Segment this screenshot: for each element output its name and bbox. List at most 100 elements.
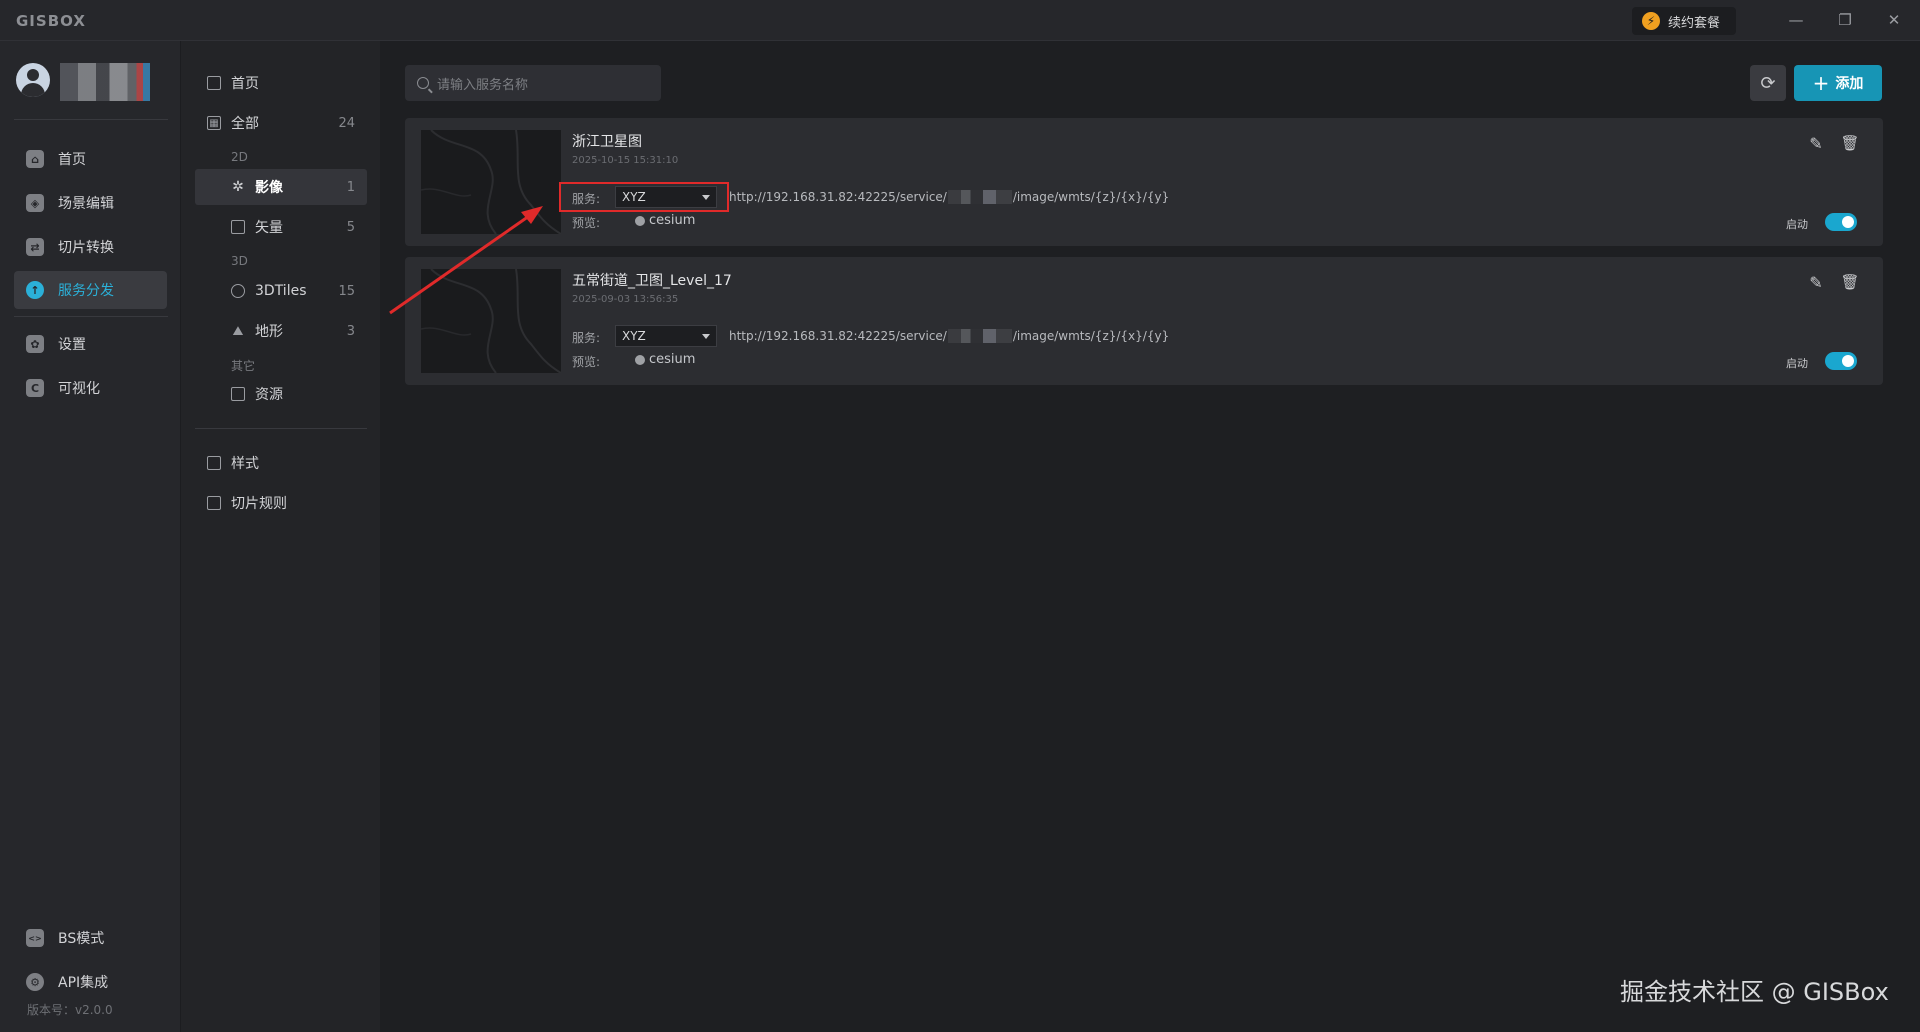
avatar[interactable]	[16, 63, 50, 97]
search-placeholder: 请输入服务名称	[437, 77, 529, 93]
lightning-icon: ⚡	[1642, 12, 1660, 30]
url-masked-segment	[947, 329, 1012, 343]
edit-icon: ✎	[1809, 272, 1823, 292]
toggle-knob	[1842, 216, 1854, 228]
preview-link-text: cesium	[649, 352, 696, 367]
code-icon: <>	[26, 929, 44, 947]
convert-icon: ⇄	[26, 238, 44, 256]
nav-item-label: 可视化	[58, 381, 100, 397]
category-all[interactable]: ▦ 全部 24	[195, 105, 367, 141]
edit-icon: ✎	[1809, 133, 1823, 153]
service-url-suffix: /image/wmts/{z}/{x}/{y}	[1012, 190, 1170, 204]
highlight-box	[559, 182, 729, 212]
category-count: 3	[346, 323, 355, 339]
category-home[interactable]: 首页	[195, 65, 367, 101]
style-icon	[207, 456, 221, 470]
home-icon: ⌂	[26, 150, 44, 168]
restore-button[interactable]: ❐	[1831, 8, 1859, 32]
preview-label: 预览:	[572, 355, 601, 369]
delete-button[interactable]: 🗑	[1839, 132, 1861, 154]
vector-icon	[231, 220, 245, 234]
category-label: 矢量	[255, 220, 283, 236]
divider	[195, 428, 367, 429]
enable-toggle[interactable]	[1825, 213, 1857, 231]
app-logo: GISBOX	[16, 12, 86, 30]
nav-item-settings[interactable]: ✿ 设置	[14, 325, 167, 363]
edit-button[interactable]: ✎	[1805, 271, 1827, 293]
enable-label: 启动	[1786, 218, 1808, 231]
category-imagery[interactable]: ✲ 影像 1	[195, 169, 367, 205]
service-title: 浙江卫星图	[572, 134, 642, 150]
category-label: 切片规则	[231, 496, 287, 512]
service-type-value: XYZ	[622, 329, 646, 343]
divider	[14, 316, 168, 317]
nav-item-label: BS模式	[58, 931, 105, 947]
category-vector[interactable]: 矢量 5	[195, 209, 367, 245]
document-icon	[207, 496, 221, 510]
category-label: 资源	[255, 387, 283, 403]
preview-link-text: cesium	[649, 213, 696, 228]
category-label: 样式	[231, 456, 259, 472]
minimize-button[interactable]: —	[1782, 8, 1810, 32]
api-icon: ⚙	[26, 973, 44, 991]
preview-cesium-link[interactable]: cesium	[635, 352, 695, 367]
nav-item-bs-mode[interactable]: <> BS模式	[14, 919, 167, 957]
refresh-button[interactable]: ⟳	[1750, 65, 1786, 101]
category-terrain[interactable]: ⛰ 地形 3	[195, 313, 367, 349]
grid-icon: ▦	[207, 116, 221, 130]
version-text: 版本号：v2.0.0	[27, 1003, 113, 1017]
category-style[interactable]: 样式	[195, 445, 367, 481]
category-tile-rule[interactable]: 切片规则	[195, 485, 367, 521]
upload-icon: ↑	[26, 281, 44, 299]
service-url[interactable]: http://192.168.31.82:42225/service/ /ima…	[729, 190, 1169, 204]
preview-label: 预览:	[572, 216, 601, 230]
cube-icon: ◈	[26, 194, 44, 212]
trash-icon: 🗑	[1840, 134, 1860, 152]
group-label-other: 其它	[231, 359, 256, 373]
category-label: 3DTiles	[255, 283, 307, 299]
nav-item-scene-edit[interactable]: ◈ 场景编辑	[14, 184, 167, 222]
category-count: 5	[346, 219, 355, 235]
service-url-suffix: /image/wmts/{z}/{x}/{y}	[1012, 329, 1170, 343]
search-input[interactable]: 请输入服务名称	[405, 65, 661, 101]
category-resource[interactable]: 资源	[195, 376, 367, 412]
category-label: 首页	[231, 76, 259, 92]
service-card[interactable]: 五常街道_卫图_Level_17 2025-09-03 13:56:35 服务:…	[405, 257, 1883, 385]
gear-icon: ✿	[26, 335, 44, 353]
delete-button[interactable]: 🗑	[1839, 271, 1861, 293]
group-label-2d: 2D	[231, 150, 248, 164]
edit-button[interactable]: ✎	[1805, 132, 1827, 154]
title-bar: GISBOX ⚡ 续约套餐 — ❐ ✕	[0, 0, 1920, 41]
category-label: 影像	[255, 180, 283, 196]
category-3dtiles[interactable]: 3DTiles 15	[195, 273, 367, 309]
enable-toggle[interactable]	[1825, 352, 1857, 370]
nav-item-label: 服务分发	[58, 283, 114, 299]
group-label-3d: 3D	[231, 254, 248, 268]
service-thumbnail	[421, 130, 561, 234]
nav-item-service-publish[interactable]: ↑ 服务分发	[14, 271, 167, 309]
service-title: 五常街道_卫图_Level_17	[572, 273, 732, 289]
add-button[interactable]: + 添加	[1794, 65, 1882, 101]
nav-item-home[interactable]: ⌂ 首页	[14, 140, 167, 178]
terrain-icon: ⛰	[232, 323, 244, 339]
plus-icon: +	[1812, 71, 1830, 95]
service-type-label: 服务:	[572, 331, 601, 345]
visual-icon: C	[26, 379, 44, 397]
service-type-select[interactable]: XYZ	[615, 325, 717, 347]
toggle-knob	[1842, 355, 1854, 367]
category-count: 1	[346, 179, 355, 195]
preview-cesium-link[interactable]: cesium	[635, 213, 695, 228]
nav-item-tile-convert[interactable]: ⇄ 切片转换	[14, 228, 167, 266]
service-thumbnail	[421, 269, 561, 373]
cube-icon	[231, 284, 245, 298]
nav-item-visualization[interactable]: C 可视化	[14, 369, 167, 407]
nav-item-label: 设置	[58, 337, 86, 353]
nav-item-label: API集成	[58, 975, 109, 991]
service-date: 2025-10-15 15:31:10	[572, 155, 679, 166]
chevron-down-icon	[702, 334, 710, 339]
renew-plan-button[interactable]: ⚡ 续约套餐	[1632, 7, 1736, 35]
service-url[interactable]: http://192.168.31.82:42225/service/ /ima…	[729, 329, 1169, 343]
close-button[interactable]: ✕	[1880, 8, 1908, 32]
nav-item-api[interactable]: ⚙ API集成	[14, 963, 167, 1001]
nav-item-label: 切片转换	[58, 240, 114, 256]
